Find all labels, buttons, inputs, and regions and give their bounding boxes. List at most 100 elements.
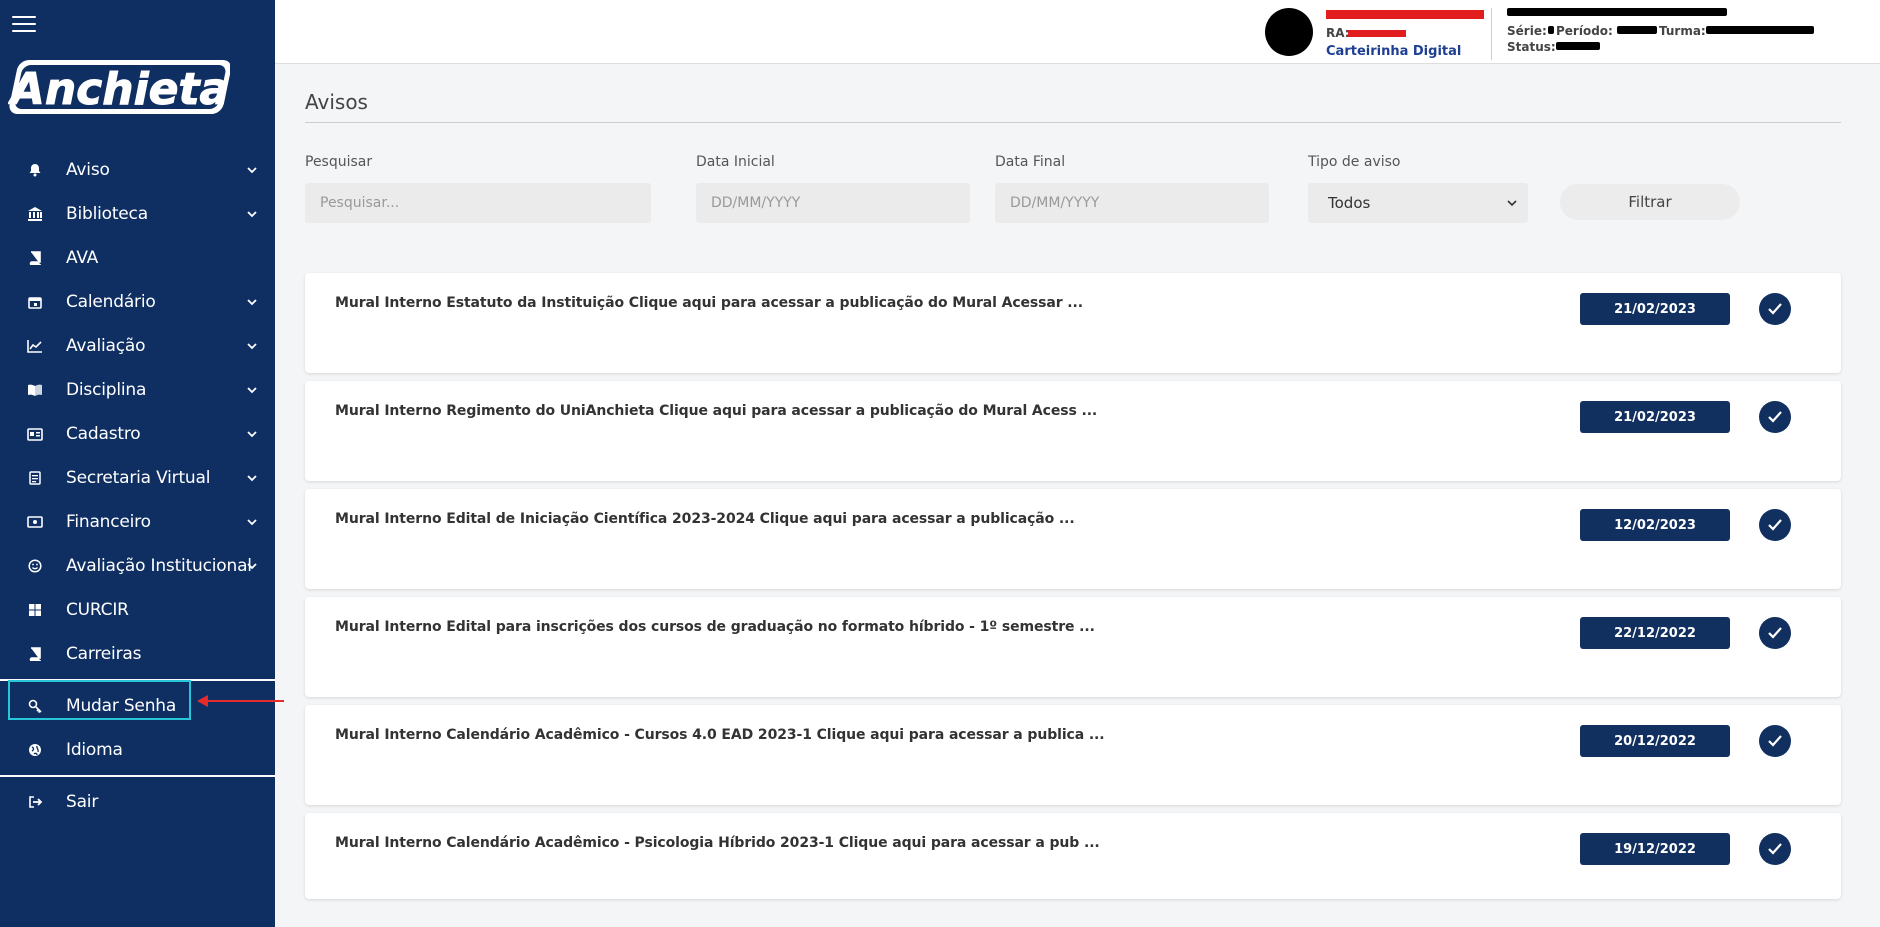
- check-icon[interactable]: [1759, 509, 1791, 541]
- sidebar-item-label: CURCIR: [66, 600, 129, 620]
- sidebar-item-label: Disciplina: [66, 380, 147, 400]
- sidebar-item-idioma[interactable]: Idioma: [0, 728, 275, 772]
- redacted-course: [1507, 8, 1727, 16]
- notice-text: Mural Interno Edital para inscrições dos…: [335, 619, 1095, 635]
- sidebar: Anchieta Aviso Biblioteca AVA Calendário…: [0, 0, 275, 927]
- sidebar-item-label: Cadastro: [66, 424, 141, 444]
- filter-button[interactable]: Filtrar: [1560, 184, 1740, 220]
- top-separator: [1491, 8, 1492, 60]
- notice-text: Mural Interno Calendário Acadêmico - Psi…: [335, 835, 1100, 851]
- end-date-label: Data Final: [995, 154, 1066, 170]
- notice-card[interactable]: Mural Interno Estatuto da Instituição Cl…: [305, 273, 1841, 373]
- avatar[interactable]: [1265, 8, 1313, 56]
- sidebar-divider: [0, 775, 275, 777]
- notice-card[interactable]: Mural Interno Edital de Iniciação Cientí…: [305, 489, 1841, 589]
- bank-icon: [26, 205, 44, 223]
- notice-date-badge: 22/12/2022: [1580, 617, 1730, 649]
- sidebar-item-label: Avaliação Institucional: [66, 556, 252, 576]
- notice-text: Mural Interno Estatuto da Instituição Cl…: [335, 295, 1083, 311]
- notice-text: Mural Interno Calendário Acadêmico - Cur…: [335, 727, 1105, 743]
- notice-card[interactable]: Mural Interno Regimento do UniAnchieta C…: [305, 381, 1841, 481]
- anchieta-logo[interactable]: Anchieta: [8, 46, 230, 126]
- notice-list: Mural Interno Estatuto da Instituição Cl…: [305, 273, 1841, 907]
- annotation-arrow-line: [206, 700, 284, 702]
- notice-text: Mural Interno Edital de Iniciação Cientí…: [335, 511, 1075, 527]
- sidebar-item-biblioteca[interactable]: Biblioteca: [0, 192, 275, 236]
- smile-icon: [26, 557, 44, 575]
- redacted-name: [1326, 10, 1484, 19]
- chevron-down-icon: [247, 431, 257, 438]
- sidebar-item-avaliacao[interactable]: Avaliação: [0, 324, 275, 368]
- start-date-label: Data Inicial: [696, 154, 775, 170]
- notice-card[interactable]: Mural Interno Edital para inscrições dos…: [305, 597, 1841, 697]
- sign-out-icon: [26, 793, 44, 811]
- menu-toggle-icon[interactable]: [12, 16, 36, 34]
- sidebar-item-aviso[interactable]: Aviso: [0, 148, 275, 192]
- start-date-input[interactable]: DD/MM/YYYY: [696, 183, 970, 223]
- sidebar-item-label: Sair: [66, 792, 99, 812]
- search-label: Pesquisar: [305, 154, 373, 170]
- chevron-down-icon: [247, 211, 257, 218]
- notice-date-badge: 20/12/2022: [1580, 725, 1730, 757]
- check-icon[interactable]: [1759, 833, 1791, 865]
- sidebar-item-sair[interactable]: Sair: [0, 780, 275, 824]
- chevron-down-icon: [247, 519, 257, 526]
- notice-type-value: Todos: [1328, 194, 1371, 212]
- notice-date-badge: 21/02/2023: [1580, 293, 1730, 325]
- sidebar-item-label: Secretaria Virtual: [66, 468, 211, 488]
- sidebar-item-calendario[interactable]: Calendário: [0, 280, 275, 324]
- grid-icon: [26, 601, 44, 619]
- money-icon: [26, 513, 44, 531]
- check-icon[interactable]: [1759, 725, 1791, 757]
- notice-date-badge: 21/02/2023: [1580, 401, 1730, 433]
- sidebar-item-label: Biblioteca: [66, 204, 148, 224]
- sidebar-nav: Aviso Biblioteca AVA Calendário Avaliaçã…: [0, 148, 275, 824]
- notice-type-label: Tipo de aviso: [1308, 154, 1401, 170]
- chevron-down-icon: [247, 299, 257, 306]
- notice-type-select[interactable]: Todos: [1308, 183, 1528, 223]
- redacted-serie: [1548, 26, 1554, 34]
- chevron-down-icon: [247, 343, 257, 350]
- check-icon[interactable]: [1759, 293, 1791, 325]
- bell-icon: [26, 161, 44, 179]
- logo-text: Anchieta: [8, 64, 229, 115]
- redacted-status: [1556, 42, 1600, 50]
- chart-line-icon: [26, 337, 44, 355]
- sidebar-item-carreiras[interactable]: Carreiras: [0, 632, 275, 676]
- serie-label: Série:: [1507, 24, 1547, 38]
- book-open-icon: [26, 381, 44, 399]
- chevron-down-icon: [1507, 200, 1517, 207]
- book-icon: [26, 645, 44, 663]
- sidebar-item-ava[interactable]: AVA: [0, 236, 275, 280]
- main-content: Avisos Pesquisar Data Inicial Data Final…: [305, 90, 1841, 899]
- chevron-down-icon: [247, 475, 257, 482]
- redacted-periodo: [1617, 26, 1657, 34]
- page-title: Avisos: [305, 90, 1841, 123]
- carteirinha-digital-link[interactable]: Carteirinha Digital: [1326, 44, 1461, 59]
- sidebar-item-cadastro[interactable]: Cadastro: [0, 412, 275, 456]
- sidebar-item-disciplina[interactable]: Disciplina: [0, 368, 275, 412]
- sidebar-item-label: Carreiras: [66, 644, 142, 664]
- book-icon: [26, 249, 44, 267]
- status-label: Status:: [1507, 40, 1556, 54]
- id-card-icon: [26, 425, 44, 443]
- chevron-down-icon: [247, 167, 257, 174]
- search-input[interactable]: Pesquisar...: [305, 183, 651, 223]
- sidebar-item-label: Aviso: [66, 160, 110, 180]
- ra-label: RA:: [1326, 26, 1350, 40]
- sidebar-item-avaliacao-institucional[interactable]: Avaliação Institucional: [0, 544, 275, 588]
- sidebar-item-financeiro[interactable]: Financeiro: [0, 500, 275, 544]
- check-icon[interactable]: [1759, 617, 1791, 649]
- sidebar-item-secretaria-virtual[interactable]: Secretaria Virtual: [0, 456, 275, 500]
- globe-icon: [26, 741, 44, 759]
- calendar-icon: [26, 293, 44, 311]
- notice-date-badge: 12/02/2023: [1580, 509, 1730, 541]
- end-date-input[interactable]: DD/MM/YYYY: [995, 183, 1269, 223]
- check-icon[interactable]: [1759, 401, 1791, 433]
- notice-card[interactable]: Mural Interno Calendário Acadêmico - Cur…: [305, 705, 1841, 805]
- sidebar-item-label: Calendário: [66, 292, 156, 312]
- sidebar-item-curcir[interactable]: CURCIR: [0, 588, 275, 632]
- redacted-ra: [1348, 30, 1406, 37]
- periodo-label: Período:: [1556, 24, 1613, 38]
- notice-card[interactable]: Mural Interno Calendário Acadêmico - Psi…: [305, 813, 1841, 899]
